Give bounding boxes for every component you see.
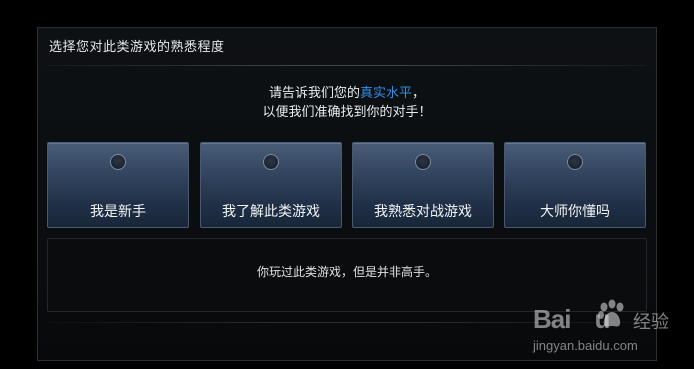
prompt-line-1-suffix: ， — [412, 86, 426, 101]
prompt-line-2: 以便我们准确找到你的对手！ — [262, 105, 432, 120]
option-label: 我熟悉对战游戏 — [374, 204, 472, 220]
radio-indicator[interactable] — [415, 154, 431, 170]
option-description-text: 你玩过此类游戏，但是并非高手。 — [256, 265, 437, 279]
radio-indicator[interactable] — [567, 154, 583, 170]
option-familiar-pvp[interactable]: 我熟悉对战游戏 — [352, 142, 494, 228]
option-master[interactable]: 大师你懂吗 — [504, 142, 646, 228]
radio-indicator[interactable] — [110, 154, 126, 170]
dialog-title: 选择您对此类游戏的熟悉程度 — [49, 40, 225, 55]
title-divider — [48, 65, 646, 66]
radio-indicator[interactable] — [263, 154, 279, 170]
prompt-line-1-prefix: 请告诉我们您的 — [268, 86, 360, 101]
option-label: 我了解此类游戏 — [222, 204, 320, 220]
skill-level-options: 我是新手 我了解此类游戏 我熟悉对战游戏 大师你懂吗 — [47, 142, 647, 228]
option-label: 大师你懂吗 — [540, 204, 610, 220]
prompt-line-1: 请告诉我们您的真实水平， — [38, 82, 656, 101]
option-description-box: 你玩过此类游戏，但是并非高手。 — [47, 238, 647, 312]
option-know-genre[interactable]: 我了解此类游戏 — [200, 142, 342, 228]
prompt-highlight: 真实水平 — [359, 86, 412, 101]
option-label: 我是新手 — [90, 204, 146, 220]
bottom-divider — [48, 322, 646, 323]
familiarity-dialog: 选择您对此类游戏的熟悉程度 请告诉我们您的真实水平， 以便我们准确找到你的对手！… — [37, 27, 657, 361]
option-beginner[interactable]: 我是新手 — [47, 142, 189, 228]
